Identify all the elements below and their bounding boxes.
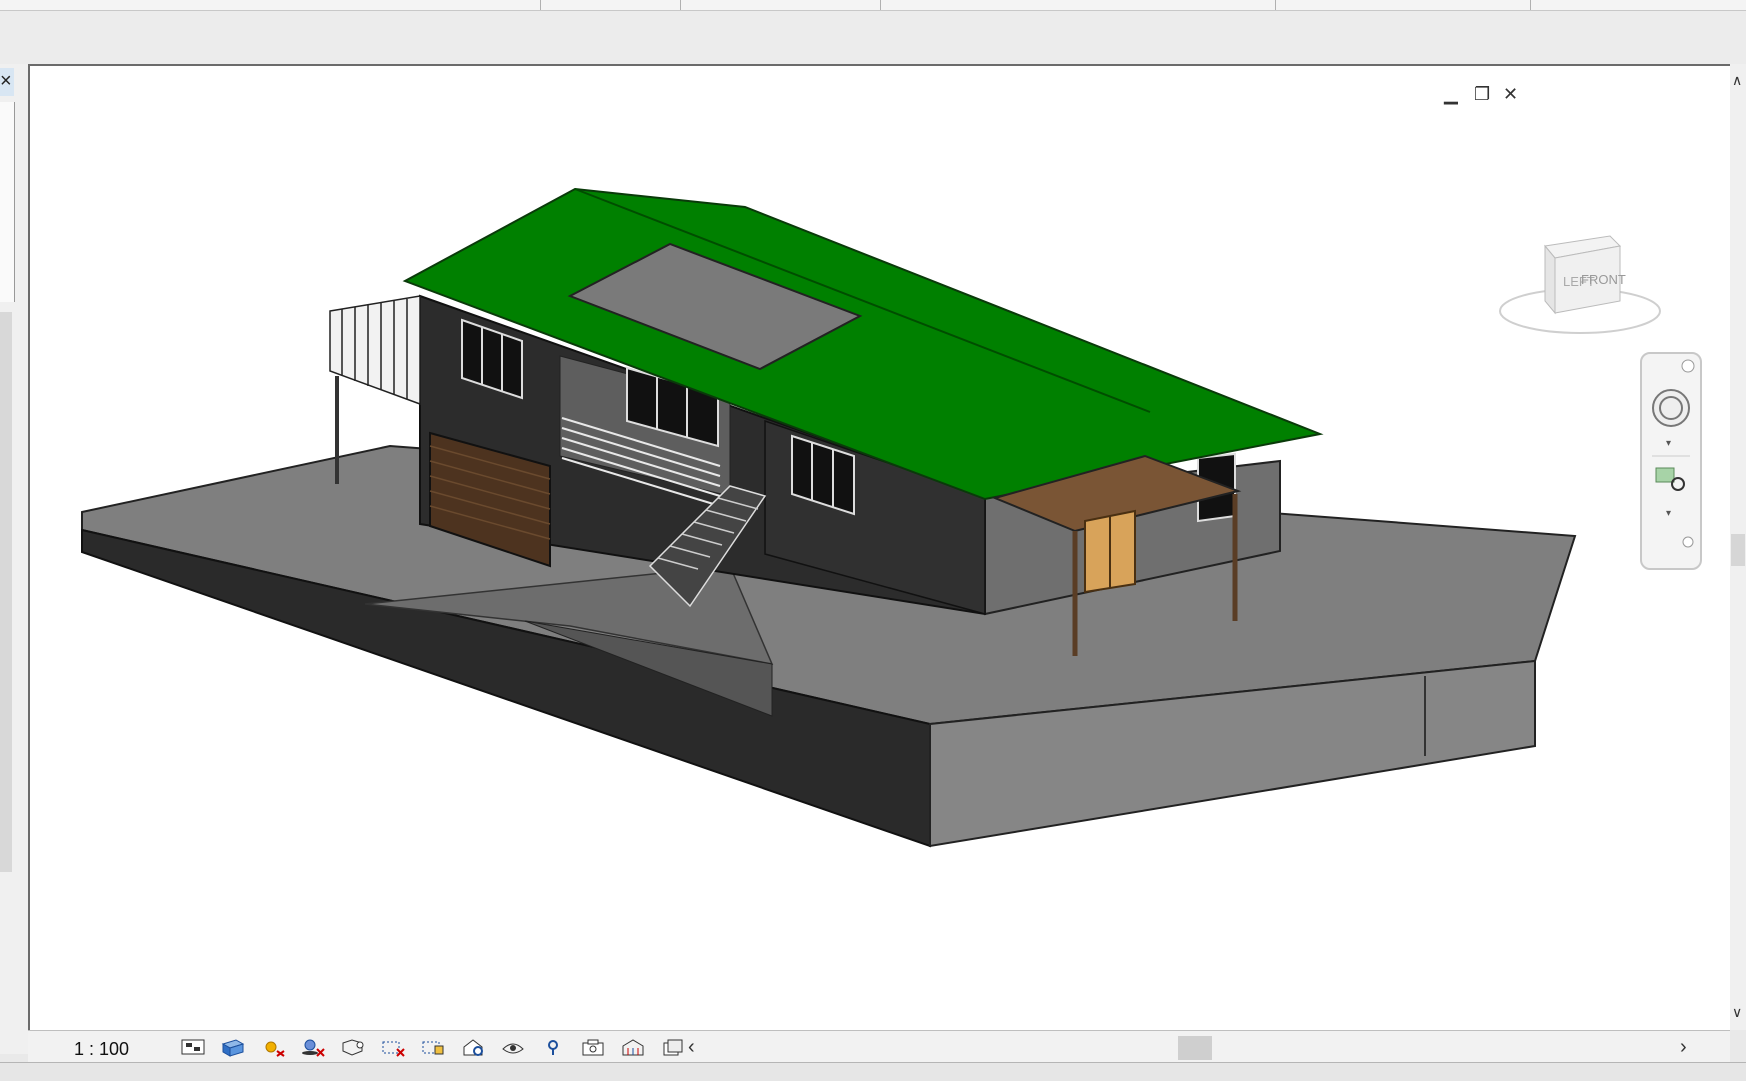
- scroll-down-icon[interactable]: ∨: [1732, 1004, 1742, 1021]
- navigation-bar-graphics: ▾ ▾: [1652, 359, 1695, 548]
- viewcube-front-label: FRONT: [1581, 272, 1626, 287]
- close-icon[interactable]: ✕: [1503, 84, 1518, 105]
- unlock-3d-view-icon[interactable]: [416, 1035, 450, 1059]
- sun-path-icon[interactable]: [256, 1035, 290, 1059]
- scroll-right-icon[interactable]: ›: [1680, 1036, 1687, 1059]
- navbar-close-icon: [1681, 359, 1695, 373]
- svg-text:▾: ▾: [1666, 508, 1671, 519]
- detail-level-icon[interactable]: [176, 1035, 210, 1059]
- horizontal-scroll-thumb[interactable]: [1178, 1036, 1212, 1060]
- view-scale-button[interactable]: 1 : 100: [74, 1039, 129, 1060]
- view-control-bar: 1 : 100 ‹ ›: [28, 1030, 1730, 1063]
- navbar-options-icon: [1682, 536, 1694, 548]
- zoom-region-icon: [1655, 467, 1675, 483]
- panel-field[interactable]: [0, 102, 15, 302]
- panel-scrollbar[interactable]: [0, 312, 12, 872]
- tab-strip: [0, 0, 1746, 11]
- restore-icon[interactable]: ❐: [1474, 84, 1490, 105]
- temporary-view-properties-icon[interactable]: [656, 1035, 690, 1059]
- temporary-hide-isolate-icon[interactable]: [456, 1035, 490, 1059]
- navigation-bar: ▾ ▾: [1640, 352, 1702, 570]
- visual-style-icon[interactable]: [216, 1035, 250, 1059]
- crop-view-icon[interactable]: [336, 1035, 370, 1059]
- tab-separator: [680, 0, 681, 10]
- view-control-icons: [176, 1035, 690, 1059]
- analytical-model-icon[interactable]: [616, 1035, 650, 1059]
- viewcube-left-face: [1544, 244, 1556, 315]
- 3d-model-canvas[interactable]: [30, 66, 1730, 1030]
- scroll-up-icon[interactable]: ∧: [1732, 72, 1742, 89]
- tab-separator: [880, 0, 881, 10]
- shadows-icon[interactable]: [296, 1035, 330, 1059]
- status-bar: [0, 1062, 1746, 1081]
- reveal-hidden-elements-icon[interactable]: [496, 1035, 530, 1059]
- tab-separator: [1275, 0, 1276, 10]
- svg-text:▾: ▾: [1666, 438, 1671, 449]
- highlight-icon[interactable]: [576, 1035, 610, 1059]
- worksharing-display-icon[interactable]: [536, 1035, 570, 1059]
- vertical-scroll-thumb[interactable]: [1731, 534, 1745, 566]
- tab-separator: [540, 0, 541, 10]
- 3d-view-window[interactable]: ▁ ❐ ✕ LEFT FRONT ▾ ▾: [28, 64, 1730, 1030]
- properties-panel-edge: ×: [0, 64, 29, 1054]
- scroll-left-icon[interactable]: ‹: [688, 1036, 695, 1059]
- vertical-scrollbar[interactable]: ∧ ∨: [1730, 64, 1746, 1030]
- top-toolbar-strip: [0, 0, 1746, 65]
- tab-separator: [1530, 0, 1531, 10]
- show-crop-region-icon[interactable]: [376, 1035, 410, 1059]
- close-panel-icon[interactable]: ×: [0, 68, 14, 96]
- steering-wheel-icon: [1652, 389, 1690, 427]
- minimize-icon[interactable]: ▁: [1444, 84, 1458, 105]
